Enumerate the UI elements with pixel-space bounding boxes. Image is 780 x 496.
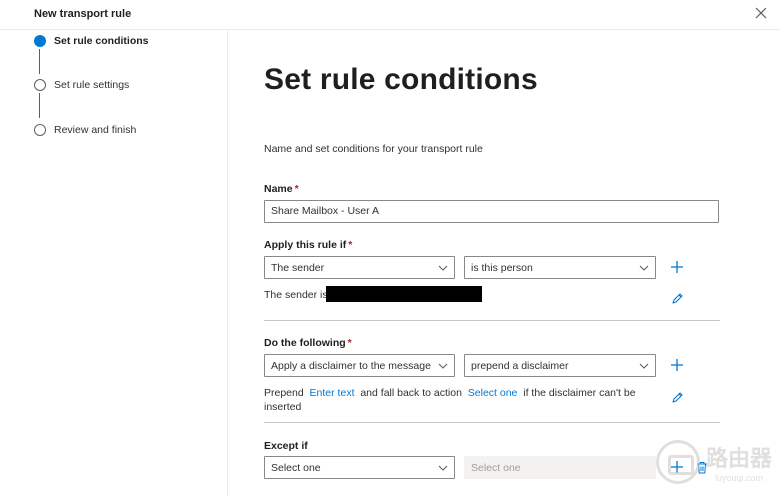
step-label: Set rule conditions (54, 35, 149, 47)
operator-value: is this person (471, 262, 533, 274)
step-active-indicator (34, 35, 46, 47)
watermark-url: luyouqi.com (714, 473, 763, 483)
apply-rule-label: Apply this rule if * (264, 239, 353, 251)
except-if-label: Except if (264, 440, 308, 452)
exception-value-dropdown: Select one (464, 456, 656, 479)
step-label: Review and finish (54, 124, 137, 136)
required-marker: * (348, 239, 353, 251)
required-marker: * (294, 183, 299, 195)
condition-value: The sender (271, 262, 325, 274)
panel-header: New transport rule (0, 0, 780, 30)
name-input[interactable]: Share Mailbox - User A (264, 200, 719, 223)
watermark: 路由器 luyouqi.com (655, 440, 772, 484)
condition-dropdown[interactable]: The sender (264, 256, 455, 279)
name-label: Name * (264, 183, 299, 195)
required-marker: * (347, 337, 352, 349)
sub-action-value: prepend a disclaimer (471, 360, 569, 372)
exception-value-placeholder: Select one (471, 462, 521, 474)
step-indicator (34, 79, 46, 91)
chevron-down-icon (639, 265, 649, 271)
chevron-down-icon (438, 363, 448, 369)
step-set-rule-settings[interactable]: Set rule settings (34, 78, 129, 92)
add-action-icon[interactable] (670, 358, 684, 372)
operator-dropdown[interactable]: is this person (464, 256, 656, 279)
step-connector (39, 49, 40, 74)
select-one-link[interactable]: Select one (468, 387, 518, 399)
sub-action-dropdown[interactable]: prepend a disclaimer (464, 354, 656, 377)
step-label: Set rule settings (54, 79, 130, 91)
step-set-rule-conditions[interactable]: Set rule conditions (34, 34, 149, 48)
panel-title: New transport rule (34, 8, 132, 20)
step-indicator (34, 124, 46, 136)
router-logo-icon (655, 440, 700, 484)
section-divider (264, 422, 720, 423)
edit-icon[interactable] (671, 292, 684, 305)
chevron-down-icon (438, 465, 448, 471)
sender-summary: The sender is (264, 289, 328, 301)
disclaimer-summary: Prepend Enter text and fall back to acti… (264, 387, 636, 413)
close-icon[interactable] (754, 6, 768, 20)
exception-value: Select one (271, 462, 321, 474)
do-following-label: Do the following * (264, 337, 352, 349)
page-description: Name and set conditions for your transpo… (264, 143, 483, 155)
main-content: Set rule conditions Name and set conditi… (264, 30, 734, 496)
action-dropdown[interactable]: Apply a disclaimer to the message (264, 354, 455, 377)
redacted-sender (326, 286, 482, 302)
page-title: Set rule conditions (264, 63, 538, 96)
chevron-down-icon (438, 265, 448, 271)
chevron-down-icon (639, 363, 649, 369)
step-connector (39, 93, 40, 118)
wizard-steps: Set rule conditions Set rule settings Re… (0, 30, 228, 496)
add-condition-icon[interactable] (670, 260, 684, 274)
exception-dropdown[interactable]: Select one (264, 456, 455, 479)
enter-text-link[interactable]: Enter text (310, 387, 355, 399)
action-value: Apply a disclaimer to the message (271, 360, 431, 372)
watermark-title: 路由器 (705, 446, 772, 471)
step-review-and-finish[interactable]: Review and finish (34, 123, 136, 137)
edit-icon[interactable] (671, 391, 684, 404)
section-divider (264, 320, 720, 321)
